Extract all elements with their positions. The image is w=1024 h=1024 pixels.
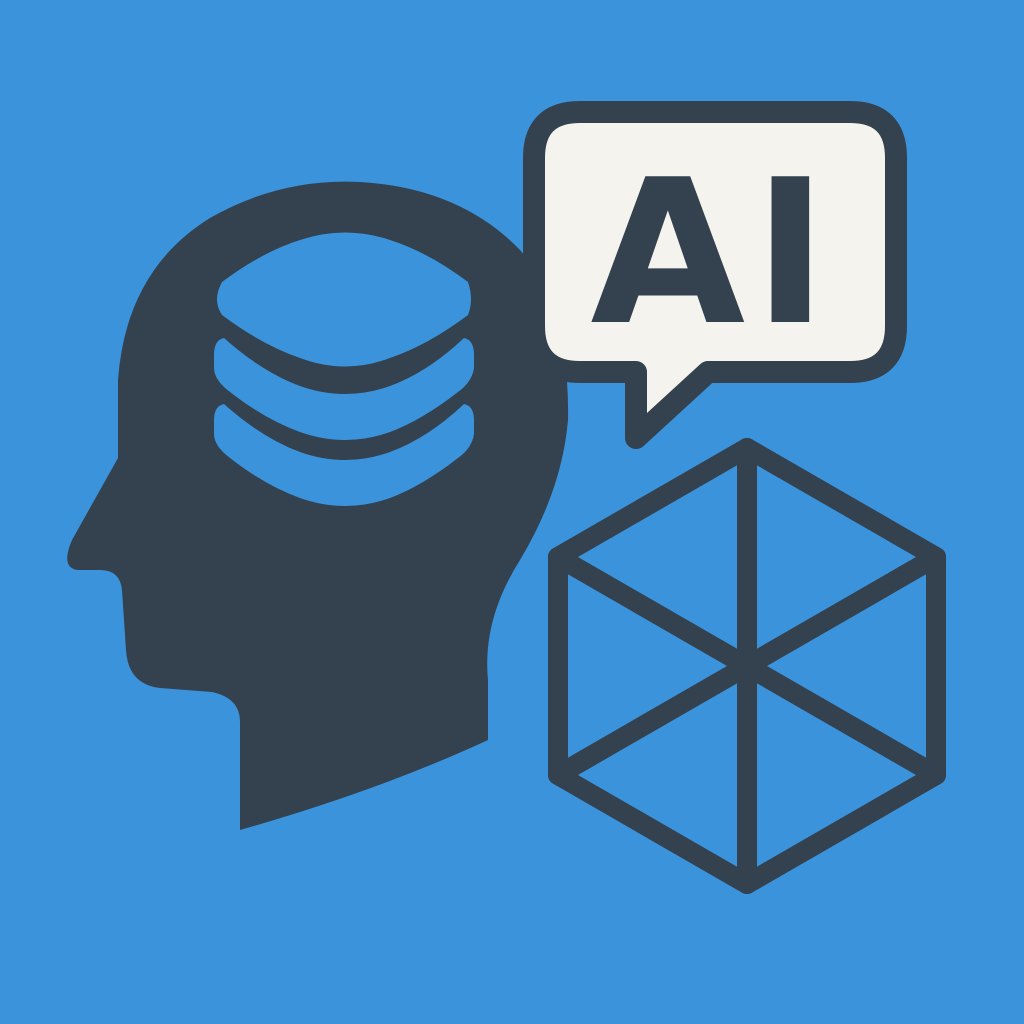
ai-concept-illustration: AI bbox=[67, 101, 946, 894]
speech-bubble-icon: AI bbox=[523, 101, 907, 449]
bubble-text: AI bbox=[590, 137, 835, 370]
wireframe-cube-icon bbox=[548, 438, 946, 894]
illustration-canvas: AI bbox=[0, 0, 1024, 1024]
